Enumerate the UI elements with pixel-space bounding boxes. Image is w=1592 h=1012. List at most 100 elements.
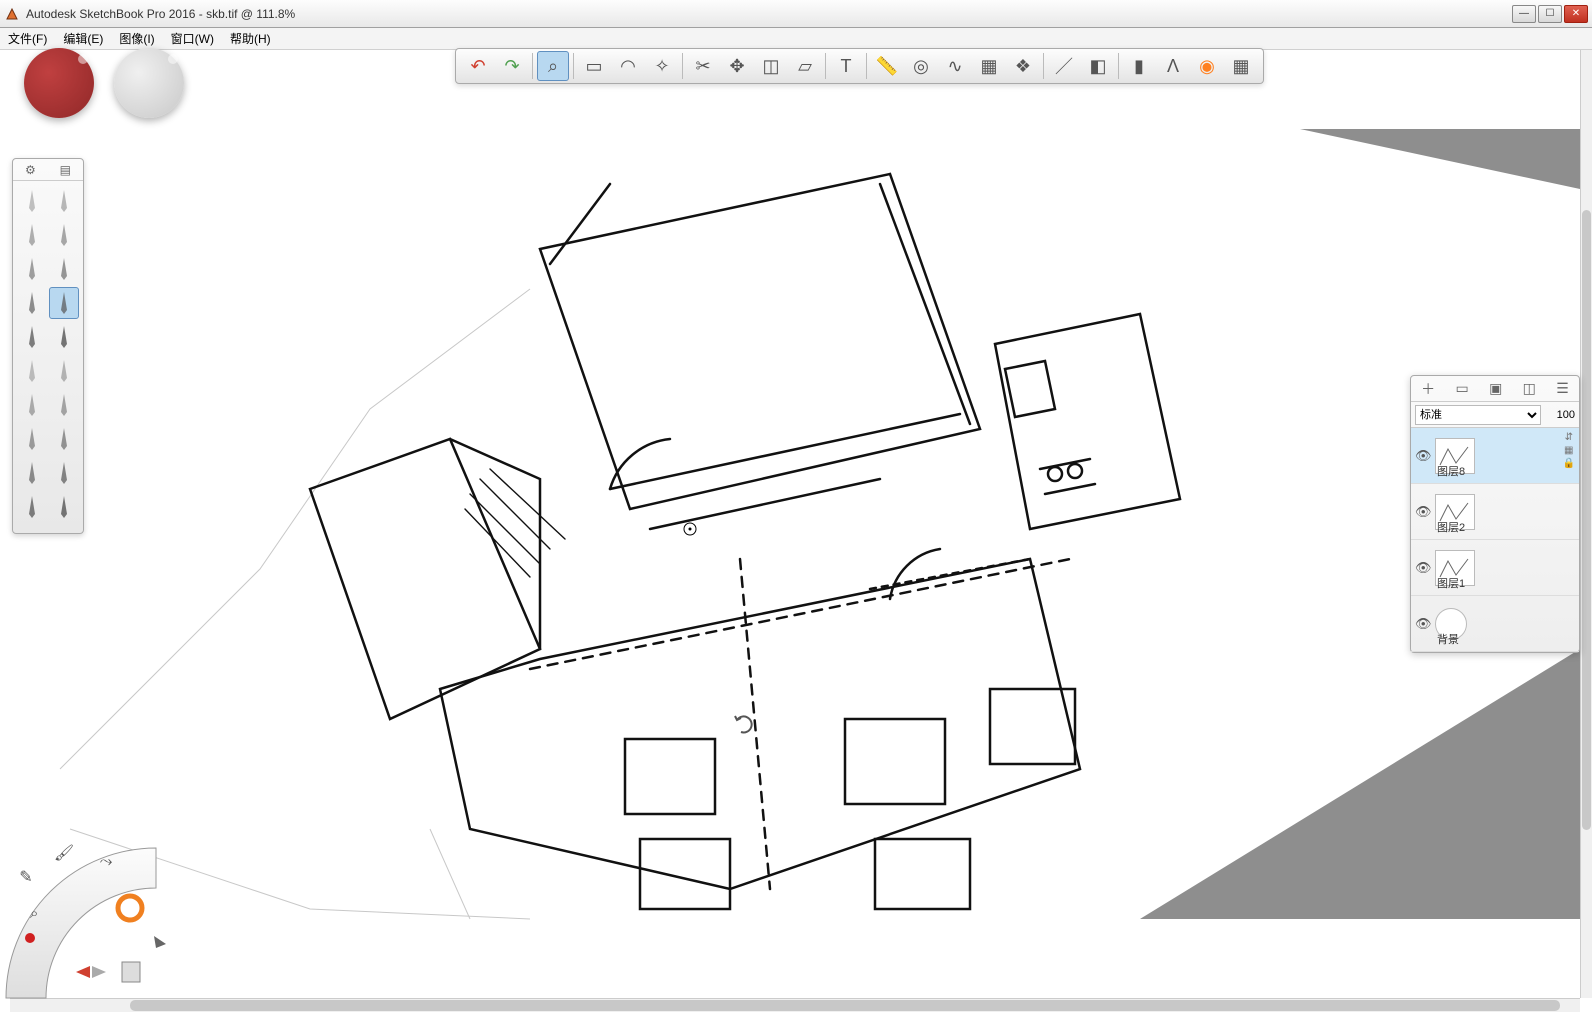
menu-bar: 文件(F) 编辑(E) 图像(I) 窗口(W) 帮助(H): [0, 28, 1592, 50]
layer-row[interactable]: 👁 图层8 ⇵ ▦ 🔒: [1411, 428, 1579, 484]
toolbar-brush-lib-button[interactable]: Λ: [1157, 51, 1189, 81]
window-title: Autodesk SketchBook Pro 2016 - skb.tif @…: [26, 7, 1512, 21]
canvas-viewport[interactable]: [10, 50, 1580, 998]
menu-help[interactable]: 帮助(H): [230, 30, 271, 47]
brush-smudge-2[interactable]: [49, 457, 79, 489]
sketchbook-app-icon: [4, 6, 20, 22]
lagoon-zoom-icon: ⌕: [30, 905, 38, 922]
brush-paint-1[interactable]: [17, 423, 47, 455]
drawing-canvas[interactable]: [10, 50, 1580, 998]
layer-row[interactable]: 👁 图层1: [1411, 540, 1579, 596]
title-bar: Autodesk SketchBook Pro 2016 - skb.tif @…: [0, 0, 1592, 28]
layer-name-label: 背景: [1437, 631, 1459, 647]
blend-mode-select[interactable]: 标准: [1415, 405, 1541, 425]
brush-palette-settings-icon[interactable]: ⚙: [25, 163, 36, 177]
brush-erase-2[interactable]: [49, 321, 79, 353]
toolbar-symmetry-button[interactable]: ❖: [1007, 51, 1039, 81]
lagoon-redo-icon: [92, 966, 106, 978]
lagoon-undo-icon: [76, 966, 90, 978]
layer-opacity-value[interactable]: 100: [1545, 409, 1575, 421]
brush-pencil-1[interactable]: [17, 185, 47, 217]
layer-row[interactable]: 👁 图层2: [1411, 484, 1579, 540]
toolbar-marquee-lasso-button[interactable]: ◠: [612, 51, 644, 81]
toolbar-perspective-button[interactable]: ▦: [973, 51, 1005, 81]
menu-window[interactable]: 窗口(W): [171, 30, 214, 47]
brush-air-2[interactable]: [49, 355, 79, 387]
lagoon-pointer-icon: [154, 936, 166, 948]
lagoon-smudge-icon: ⤳: [100, 853, 113, 870]
layer-add-button[interactable]: ＋: [1421, 379, 1435, 399]
layer-image-button[interactable]: ▣: [1489, 380, 1502, 397]
layer-visibility-icon[interactable]: 👁: [1415, 560, 1431, 576]
brush-ink-2-sel[interactable]: [49, 287, 79, 319]
brush-palette: ⚙ ▤: [12, 158, 84, 534]
brush-pencil-2[interactable]: [49, 185, 79, 217]
toolbar-shapes-button[interactable]: ◧: [1082, 51, 1114, 81]
brush-brush-2[interactable]: [49, 389, 79, 421]
layer-name-label: 图层8: [1437, 463, 1465, 479]
lagoon-layers-icon: [122, 962, 140, 982]
brush-marker-2[interactable]: [49, 219, 79, 251]
brush-brush-1[interactable]: [17, 389, 47, 421]
window-controls: — ☐ ✕: [1512, 5, 1588, 23]
lagoon-widget[interactable]: ✎ 🖌 ⤳ ⌕: [6, 838, 206, 998]
toolbar-ruler-button[interactable]: 📏: [871, 51, 903, 81]
toolbar-ellipse-guide-button[interactable]: ◎: [905, 51, 937, 81]
brush-marker-1[interactable]: [17, 219, 47, 251]
toolbar-redo-button[interactable]: ↷: [496, 51, 528, 81]
maximize-button[interactable]: ☐: [1538, 5, 1562, 23]
layer-name-label: 图层1: [1437, 575, 1465, 591]
layer-side-1-icon[interactable]: ▦: [1563, 445, 1575, 456]
horizontal-scrollbar[interactable]: [10, 998, 1580, 1012]
toolbar-transform-free-button[interactable]: ◫: [755, 51, 787, 81]
vertical-scrollbar[interactable]: [1580, 50, 1592, 998]
secondary-color-puck[interactable]: [114, 48, 184, 118]
toolbar-transform-distort-button[interactable]: ▱: [789, 51, 821, 81]
minimize-button[interactable]: —: [1512, 5, 1536, 23]
layer-folder-button[interactable]: ▭: [1456, 380, 1469, 397]
layer-fx-button[interactable]: ◫: [1523, 380, 1536, 397]
toolbar-crop-button[interactable]: ✂: [687, 51, 719, 81]
layer-visibility-icon[interactable]: 👁: [1415, 616, 1431, 632]
brush-flat-1[interactable]: [17, 491, 47, 523]
menu-image[interactable]: 图像(I): [119, 30, 154, 47]
layer-side-2-icon[interactable]: 🔒: [1563, 458, 1575, 469]
brush-pen-2[interactable]: [49, 253, 79, 285]
lagoon-color-ring-icon: [118, 896, 142, 920]
layer-visibility-icon[interactable]: 👁: [1415, 448, 1431, 464]
layer-menu-button[interactable]: ☰: [1556, 380, 1569, 397]
toolbar-marquee-rect-button[interactable]: ▭: [578, 51, 610, 81]
toolbar-transform-move-button[interactable]: ✥: [721, 51, 753, 81]
layer-visibility-icon[interactable]: 👁: [1415, 504, 1431, 520]
layer-row[interactable]: 👁 背景: [1411, 596, 1579, 652]
vertical-scroll-thumb[interactable]: [1582, 210, 1591, 830]
brush-pen-1[interactable]: [17, 253, 47, 285]
brush-ink-1[interactable]: [17, 287, 47, 319]
layer-side-0-icon[interactable]: ⇵: [1563, 432, 1575, 443]
toolbar-layers-toggle-button[interactable]: ▦: [1225, 51, 1257, 81]
brush-erase-1[interactable]: [17, 321, 47, 353]
brush-palette-pin-icon[interactable]: ▤: [60, 163, 71, 177]
lagoon-record-icon: [25, 933, 35, 943]
toolbar-color-wheel-button[interactable]: ◉: [1191, 51, 1223, 81]
toolbar-line-stroke-button[interactable]: ／: [1048, 51, 1080, 81]
menu-edit[interactable]: 编辑(E): [63, 30, 103, 47]
menu-file[interactable]: 文件(F): [8, 30, 47, 47]
brush-flat-2[interactable]: [49, 491, 79, 523]
toolbar-undo-button[interactable]: ↶: [462, 51, 494, 81]
toolbar-copic-button[interactable]: ▮: [1123, 51, 1155, 81]
toolbar-marquee-magic-button[interactable]: ✧: [646, 51, 678, 81]
layers-panel: ＋ ▭ ▣ ◫ ☰ 标准 100 👁 图层8 ⇵ ▦ 🔒 👁 图层2 👁 图层1 👁 背景: [1410, 375, 1580, 653]
toolbar-french-curve-button[interactable]: ∿: [939, 51, 971, 81]
layer-name-label: 图层2: [1437, 519, 1465, 535]
brush-paint-2[interactable]: [49, 423, 79, 455]
main-toolbar: ↶↷⌕▭◠✧✂✥◫▱T📏◎∿▦❖／◧▮Λ◉▦: [455, 48, 1264, 84]
lagoon-brush-size-icon: ✎: [19, 869, 32, 886]
primary-color-puck[interactable]: [24, 48, 94, 118]
toolbar-text-button[interactable]: T: [830, 51, 862, 81]
close-button[interactable]: ✕: [1564, 5, 1588, 23]
brush-air-1[interactable]: [17, 355, 47, 387]
toolbar-zoom-button[interactable]: ⌕: [537, 51, 569, 81]
horizontal-scroll-thumb[interactable]: [130, 1000, 1560, 1011]
brush-smudge-1[interactable]: [17, 457, 47, 489]
